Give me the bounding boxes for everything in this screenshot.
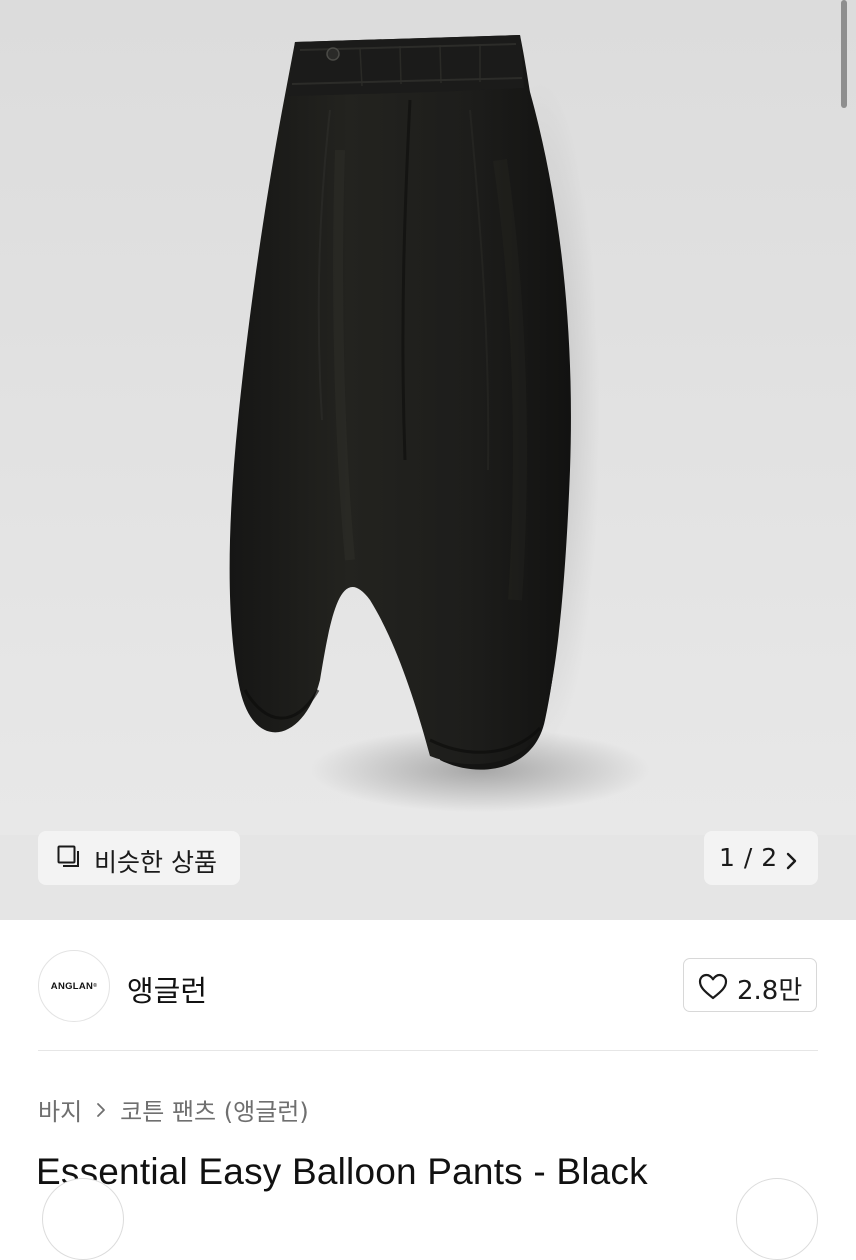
page-scrollbar[interactable] (841, 0, 847, 108)
breadcrumb-subcategory[interactable]: 코튼 팬츠 (앵글런) (120, 1092, 309, 1127)
breadcrumb: 바지 코튼 팬츠 (앵글런) (38, 1092, 309, 1127)
image-pager-label: 1 / 2 (719, 843, 778, 872)
brand-row: ANGLAN ® 앵글런 2.8만 (0, 940, 856, 1040)
like-count: 2.8만 (737, 976, 803, 1006)
product-image-gallery[interactable]: 비슷한 상품 1 / 2 (0, 0, 856, 920)
brand-name[interactable]: 앵글런 (127, 968, 207, 1010)
floating-button-left[interactable] (42, 1178, 124, 1260)
chevron-right-icon (96, 1096, 106, 1124)
breadcrumb-category[interactable]: 바지 (38, 1092, 82, 1127)
product-title: Essential Easy Balloon Pants - Black (36, 1151, 648, 1192)
divider (38, 1050, 818, 1051)
similar-items-label: 비슷한 상품 (94, 848, 217, 877)
registered-mark: ® (93, 983, 98, 989)
image-pager-button[interactable]: 1 / 2 (704, 831, 818, 885)
floating-button-right[interactable] (736, 1178, 818, 1260)
heart-outline-icon (698, 973, 728, 1005)
product-image (229, 35, 650, 812)
similar-items-button[interactable]: 비슷한 상품 (38, 831, 240, 885)
chevron-right-icon (785, 848, 799, 877)
like-button[interactable]: 2.8만 (683, 958, 817, 1012)
brand-logo[interactable]: ANGLAN ® (38, 950, 110, 1022)
brand-logo-text: ANGLAN (50, 980, 94, 992)
similar-items-icon (57, 845, 81, 875)
